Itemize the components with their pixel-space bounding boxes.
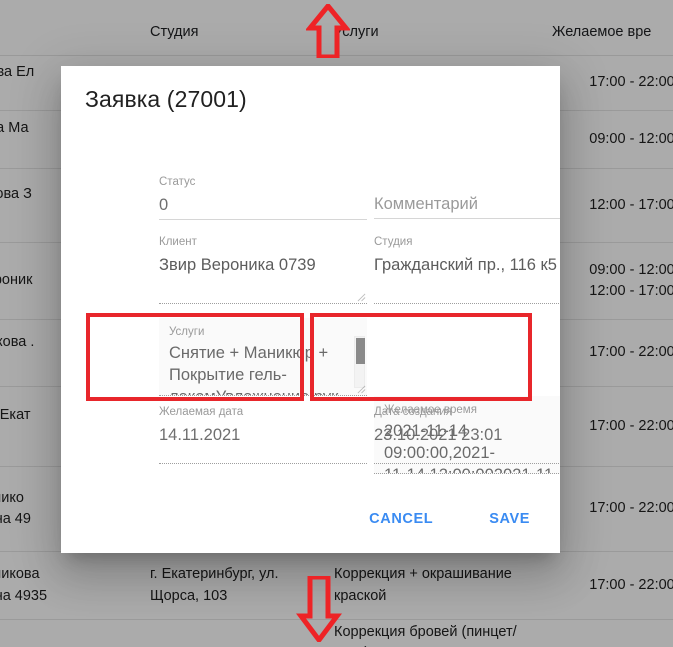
field-client-value: Звир Вероника 0739 xyxy=(159,255,316,274)
cell-services: Коррекция + окрашивание краской xyxy=(334,566,512,604)
request-dialog: Заявка (27001) Статус 0 Комментарий Клие… xyxy=(61,66,560,553)
resize-grip-icon[interactable] xyxy=(357,385,366,394)
cell-desired-time: 09:00 - 12:00 12:00 - 17:00 xyxy=(589,261,673,299)
cell-desired-time xyxy=(552,620,673,647)
field-services-label: Услуги xyxy=(169,326,205,338)
field-services[interactable]: Услуги Снятие + Маникюр + Покрытие гель-… xyxy=(159,318,367,396)
cell-desired-time: 17:00 - 22:00 xyxy=(589,74,673,91)
field-comment-placeholder: Комментарий xyxy=(374,194,478,213)
field-comment-label xyxy=(374,176,560,190)
field-status-label: Статус xyxy=(159,176,196,188)
field-comment[interactable]: Комментарий xyxy=(374,176,560,219)
services-scrollbar[interactable] xyxy=(354,336,365,388)
field-created-date[interactable]: Дата создания 23.10.2021 23:01 xyxy=(374,406,560,465)
field-studio-label: Студия xyxy=(374,236,413,248)
dialog-body: Статус 0 Комментарий Клиент Звир Вероник… xyxy=(61,176,560,474)
field-created-date-label: Дата создания xyxy=(374,406,452,418)
field-desired-date-label: Желаемая дата xyxy=(159,406,244,418)
field-studio[interactable]: Студия Гражданский пр., 116 к5 xyxy=(374,236,560,305)
cancel-button[interactable]: CANCEL xyxy=(355,501,447,537)
field-status[interactable]: Статус 0 xyxy=(159,176,367,221)
cell-desired-time: 17:00 - 22:00 xyxy=(589,576,673,593)
field-status-value: 0 xyxy=(159,195,169,214)
field-services-value: Снятие + Маникюр + Покрытие гель- лакомУ… xyxy=(169,343,338,395)
cell-desired-time: 17:00 - 22:00 xyxy=(589,417,673,434)
field-client[interactable]: Клиент Звир Вероника 0739 xyxy=(159,236,367,305)
cell-desired-time: 17:00 - 22:00 xyxy=(589,344,673,361)
column-header-studio[interactable]: Студия xyxy=(150,8,325,56)
field-client-label: Клиент xyxy=(159,236,197,248)
dialog-title: Заявка (27001) xyxy=(85,86,247,112)
column-header-services[interactable]: Услуги xyxy=(334,8,544,56)
cell-desired-time: 09:00 - 12:00 xyxy=(589,130,673,147)
cell-services: Коррекция бровей (пинцет/ нить) xyxy=(334,624,517,647)
dialog-actions: CANCEL SAVE xyxy=(355,501,544,537)
field-desired-date-value: 14.11.2021 xyxy=(159,425,241,444)
up-arrow-icon xyxy=(306,4,350,58)
field-studio-value: Гражданский пр., 116 к5 xyxy=(374,255,557,274)
screen: ент Студия Услуги Желаемое вре лярова Ел… xyxy=(0,0,673,647)
save-button[interactable]: SAVE xyxy=(475,501,544,537)
cell-desired-time: 12:00 - 17:00 xyxy=(589,196,673,213)
column-header-client[interactable]: ент xyxy=(0,8,114,56)
resize-grip-icon[interactable] xyxy=(357,293,366,302)
cell-client: евозчикова терина 4935 xyxy=(0,566,48,604)
down-arrow-icon xyxy=(296,576,342,642)
services-scrollbar-thumb[interactable] xyxy=(356,338,365,364)
column-header-desired-time[interactable]: Желаемое вре xyxy=(552,8,673,56)
cell-client: шникова Мария xyxy=(0,620,114,647)
field-created-date-value: 23.10.2021 23:01 xyxy=(374,425,503,444)
cell-desired-time: 17:00 - 22:00 xyxy=(589,500,673,517)
field-desired-date[interactable]: Желаемая дата 14.11.2021 xyxy=(159,406,367,465)
